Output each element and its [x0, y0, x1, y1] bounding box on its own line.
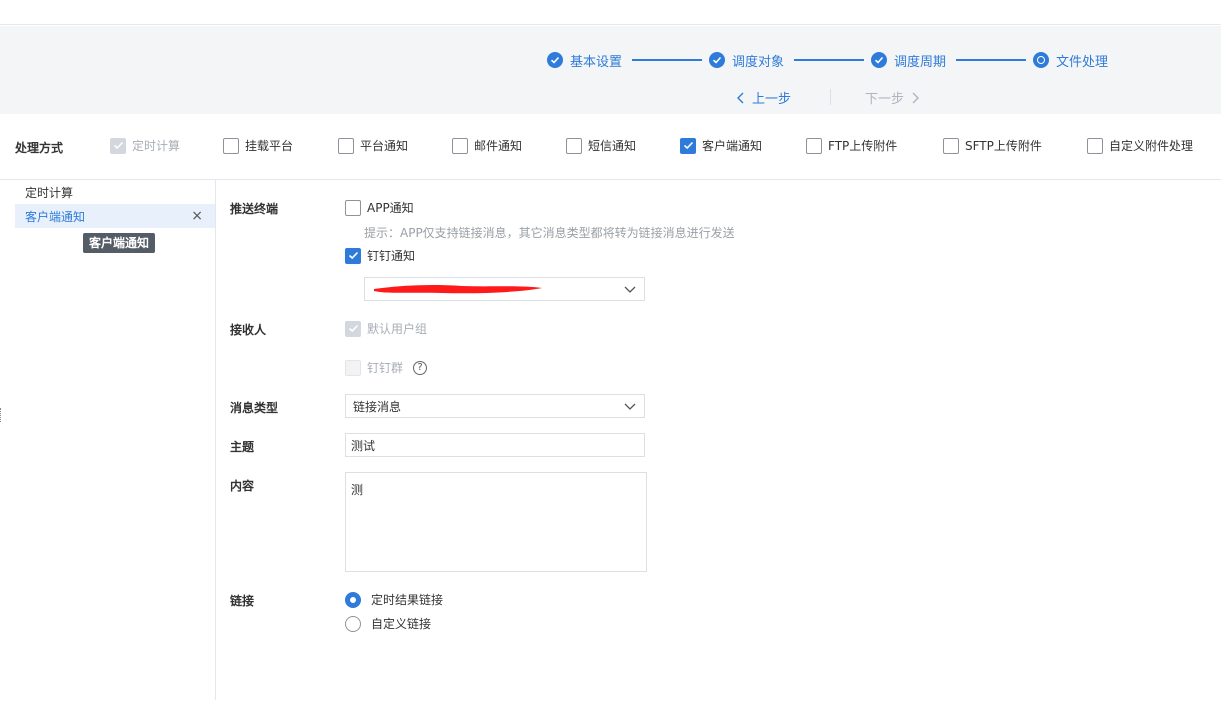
ding-group-checkbox[interactable]: 钉钉群 ?: [345, 359, 428, 376]
checkbox-icon: [1087, 137, 1103, 154]
checkbox-label: 短信通知: [588, 139, 637, 153]
step-basic-settings[interactable]: 基本设置: [547, 51, 623, 70]
step-label: 基本设置: [570, 54, 623, 70]
method-mount-platform-checkbox[interactable]: 挂载平台: [223, 137, 293, 154]
checkbox-disabled-icon: [345, 359, 361, 376]
step-connector: [794, 59, 864, 61]
method-custom-attachment-checkbox[interactable]: 自定义附件处理: [1087, 137, 1193, 154]
method-platform-notify-checkbox[interactable]: 平台通知: [338, 137, 408, 154]
chevron-right-icon: [912, 92, 920, 103]
textarea-value: 测: [351, 483, 364, 497]
next-step-button[interactable]: 下一步: [865, 88, 920, 107]
radio-selected-icon: [345, 591, 361, 608]
method-list-panel: 定时计算 客户端通知 ×: [5, 180, 216, 700]
checkbox-label: 定时计算: [132, 139, 181, 153]
checkbox-label: 钉钉通知: [367, 249, 416, 263]
subject-input[interactable]: 测试: [345, 433, 645, 457]
nav-divider: [830, 89, 831, 105]
close-icon[interactable]: ×: [191, 208, 203, 224]
step-label: 调度周期: [894, 54, 947, 70]
checkbox-label: SFTP上传附件: [965, 139, 1042, 153]
checkbox-checked-disabled-icon: [345, 320, 361, 337]
checkbox-label: FTP上传附件: [828, 139, 898, 153]
header-band: [0, 26, 1221, 114]
list-item-label: 定时计算: [25, 185, 74, 200]
list-item-client-notify[interactable]: 客户端通知 ×: [15, 204, 215, 228]
check-circle-icon: [871, 52, 887, 68]
checkbox-label: 钉钉群: [367, 361, 404, 375]
radio-label: 自定义链接: [371, 617, 432, 631]
list-item-label: 客户端通知: [25, 209, 86, 224]
push-terminal-label: 推送终端: [230, 202, 279, 216]
method-email-notify-checkbox[interactable]: 邮件通知: [452, 137, 522, 154]
chevron-left-icon: [737, 92, 744, 103]
content-textarea[interactable]: 测: [345, 472, 647, 572]
checkbox-icon: [338, 137, 354, 154]
checkbox-checked-disabled-icon: [110, 137, 126, 154]
checkbox-label: 邮件通知: [474, 139, 523, 153]
checkbox-icon: [806, 137, 822, 154]
next-step-label: 下一步: [865, 92, 905, 107]
step-schedule-period[interactable]: 调度周期: [871, 51, 947, 70]
app-hint-text: 提示：APP仅支持链接消息，其它消息类型都将转为链接消息进行发送: [364, 226, 735, 240]
method-sms-notify-checkbox[interactable]: 短信通知: [566, 137, 636, 154]
top-strip: [0, 0, 1221, 25]
prev-step-label: 上一步: [752, 92, 792, 107]
checkbox-icon: [566, 137, 582, 154]
step-connector: [956, 59, 1026, 61]
resize-handle[interactable]: [0, 408, 2, 422]
checkbox-label: 自定义附件处理: [1109, 139, 1194, 153]
default-user-group-checkbox[interactable]: 默认用户组: [345, 320, 427, 337]
prev-step-button[interactable]: 上一步: [736, 88, 791, 107]
method-timed-calc-checkbox[interactable]: 定时计算: [110, 137, 180, 154]
step-file-processing[interactable]: 文件处理: [1033, 51, 1109, 70]
chevron-down-icon: [624, 403, 636, 410]
app-notify-checkbox[interactable]: APP通知: [345, 199, 414, 216]
tooltip: 客户端通知: [83, 233, 156, 253]
radio-custom-link[interactable]: 自定义链接: [345, 615, 431, 632]
dingtalk-notify-checkbox[interactable]: 钉钉通知: [345, 247, 415, 264]
checkbox-label: APP通知: [367, 201, 414, 215]
current-step-icon: [1033, 52, 1049, 68]
processing-method-label: 处理方式: [15, 141, 64, 155]
checkbox-icon: [943, 137, 959, 154]
redaction-mark: [374, 285, 542, 294]
receiver-label: 接收人: [230, 323, 267, 337]
checkbox-label: 客户端通知: [702, 139, 763, 153]
list-item-timed-calc[interactable]: 定时计算: [15, 180, 215, 204]
radio-timed-result-link[interactable]: 定时结果链接: [345, 591, 443, 608]
checkbox-icon: [452, 137, 468, 154]
method-client-notify-checkbox[interactable]: 客户端通知: [680, 137, 762, 154]
checkbox-checked-icon: [345, 247, 361, 264]
input-value: 测试: [351, 438, 376, 453]
checkbox-label: 平台通知: [360, 139, 409, 153]
step-connector: [632, 59, 702, 61]
check-circle-icon: [547, 52, 563, 68]
processing-methods-row: 处理方式 定时计算 挂载平台 平台通知 邮件通知 短信通知 客户端通知 FTP上…: [0, 115, 1221, 180]
method-sftp-upload-checkbox[interactable]: SFTP上传附件: [943, 137, 1042, 154]
step-label: 调度对象: [732, 54, 785, 70]
radio-icon: [345, 615, 361, 632]
link-label: 链接: [230, 594, 255, 608]
method-ftp-upload-checkbox[interactable]: FTP上传附件: [806, 137, 897, 154]
radio-label: 定时结果链接: [371, 593, 444, 607]
checkbox-icon: [345, 199, 361, 216]
chevron-down-icon: [624, 286, 636, 293]
checkbox-label: 默认用户组: [367, 322, 428, 336]
content-label: 内容: [230, 479, 255, 493]
checkbox-icon: [223, 137, 239, 154]
help-icon[interactable]: ?: [413, 360, 428, 375]
checkbox-label: 挂载平台: [245, 139, 294, 153]
step-label: 文件处理: [1056, 54, 1109, 70]
checkbox-checked-icon: [680, 137, 696, 154]
step-schedule-object[interactable]: 调度对象: [709, 51, 785, 70]
select-value: 链接消息: [353, 399, 402, 414]
check-circle-icon: [709, 52, 725, 68]
message-type-label: 消息类型: [230, 401, 279, 415]
message-type-select[interactable]: 链接消息: [345, 394, 645, 418]
subject-label: 主题: [230, 440, 255, 454]
